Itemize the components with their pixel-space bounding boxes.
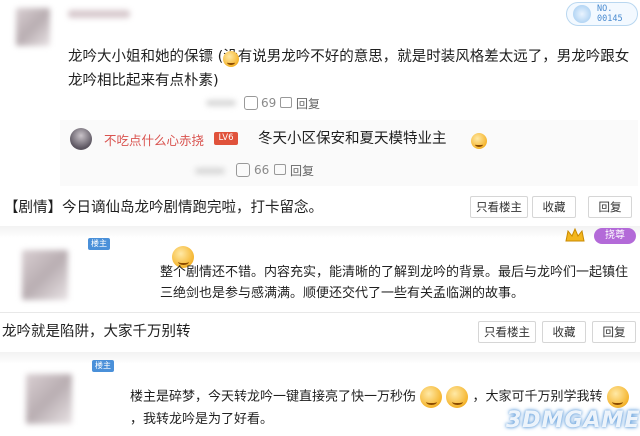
reply-button[interactable]: 回复 xyxy=(592,321,636,343)
favorite-button[interactable]: 收藏 xyxy=(532,196,576,218)
drool-emoji-icon xyxy=(420,386,443,408)
post-text-part-c: ，我转龙吟是为了好看。 xyxy=(130,411,274,427)
cry-emoji-icon xyxy=(606,386,629,408)
post-text-part-a: 楼主是碎梦，今天转龙吟一键直接亮了快一万秒伤 xyxy=(130,389,417,405)
reply-button[interactable]: 回复 xyxy=(588,196,632,218)
divider xyxy=(0,312,640,313)
only-owner-button[interactable]: 只看楼主 xyxy=(478,321,536,343)
reply-icon[interactable] xyxy=(274,164,286,175)
comment-text-body: 龙吟大小姐和她的保镖 (没有说男龙吟不好的意思，就是时装风格差太远了，男龙吟跟女… xyxy=(68,49,630,89)
post-header-bg xyxy=(0,226,640,238)
avatar[interactable] xyxy=(16,8,50,46)
reply-link[interactable]: 回复 xyxy=(296,95,320,112)
username-blurred[interactable] xyxy=(68,10,130,18)
reply-reply-link[interactable]: 回复 xyxy=(290,162,314,179)
only-owner-button[interactable]: 只看楼主 xyxy=(470,196,528,218)
vip-badge-label: 挠尊 xyxy=(605,230,625,241)
post-text-part-b: ，大家可千万别学我转 xyxy=(472,389,603,405)
reply-username[interactable]: 不吃点什么心赤挠 xyxy=(104,130,204,149)
avatar[interactable] xyxy=(26,374,72,424)
owner-badge: 楼主 xyxy=(88,238,110,250)
sad-emoji-icon xyxy=(446,386,469,408)
cat-emoji-icon xyxy=(223,51,239,67)
user-level-pill: NO. 00145 xyxy=(566,2,638,26)
vip-badge: 挠尊 xyxy=(594,228,636,244)
favorite-button[interactable]: 收藏 xyxy=(542,321,586,343)
mascot-icon xyxy=(573,5,591,23)
post-text: 【剧情】今日谪仙岛龙吟剧情跑完啦，打卡留念。 xyxy=(4,200,323,216)
post-text: 龙吟就是陷阱，大家千万别转 xyxy=(2,324,191,340)
like-count: 69 xyxy=(261,96,277,110)
reply-like-count: 66 xyxy=(254,163,270,177)
crown-icon xyxy=(564,226,586,244)
reply-icon[interactable] xyxy=(280,97,292,108)
comment-text: 龙吟大小姐和她的保镖 (没有说男龙吟不好的意思，就是时装风格差太远了，男龙吟跟女… xyxy=(68,45,634,93)
reply-level-badge: LV6 xyxy=(214,132,238,145)
user-level-text: NO. 00145 xyxy=(597,4,623,24)
timestamp-blurred xyxy=(206,100,236,106)
reply-text: 冬天小区保安和夏天模特业主 xyxy=(258,131,447,147)
reply-timestamp-blurred xyxy=(195,168,225,174)
like-icon[interactable] xyxy=(244,96,258,110)
like-icon[interactable] xyxy=(236,163,250,177)
post-text: 整个剧情还不错。内容充实，能清晰的了解到龙吟的背景。最后与龙吟们一起镇住三绝剑也… xyxy=(160,262,630,304)
reply-avatar[interactable] xyxy=(70,128,92,150)
cat-emoji-icon xyxy=(471,133,488,149)
owner-badge: 楼主 xyxy=(92,360,114,372)
post-text-body: 整个剧情还不错。内容充实，能清晰的了解到龙吟的背景。最后与龙吟们一起镇住三绝剑也… xyxy=(160,265,629,301)
watermark: 3DMGAME xyxy=(506,408,640,433)
avatar[interactable] xyxy=(22,250,68,300)
